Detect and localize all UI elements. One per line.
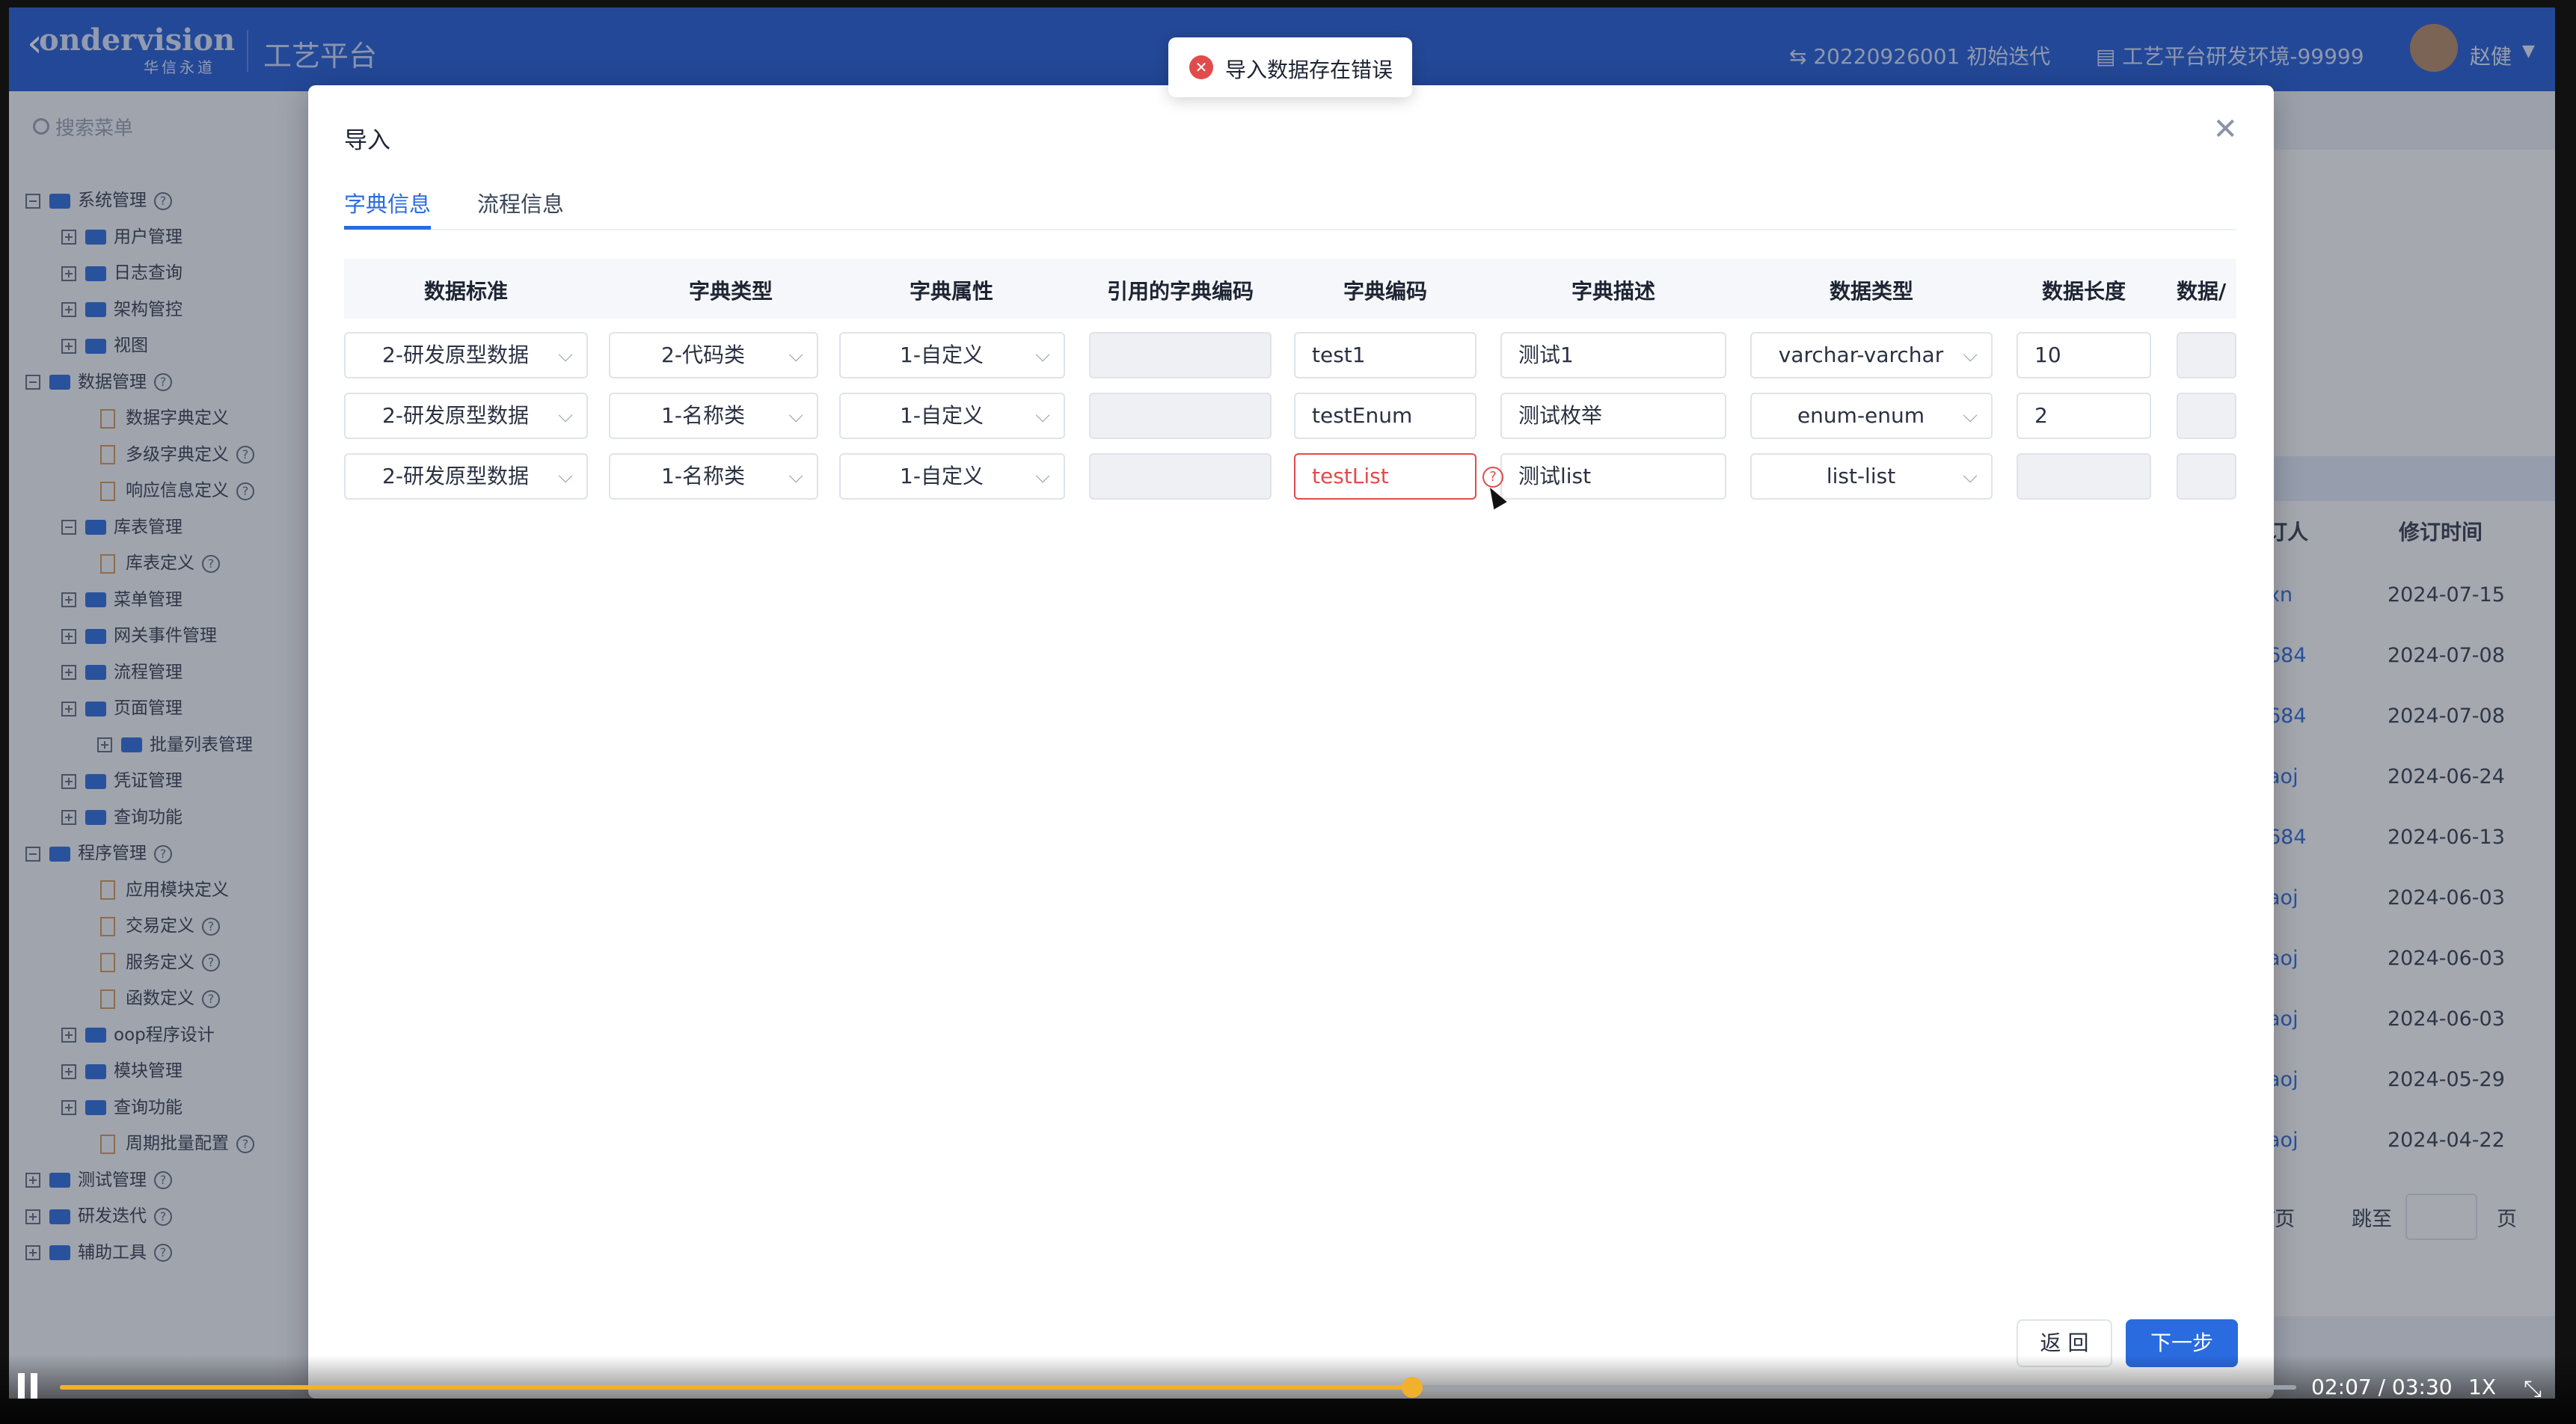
progress-fill [60, 1385, 1413, 1390]
data-type-select[interactable]: varchar-varchar ⌵ [1750, 332, 1993, 378]
data-length-input[interactable] [2017, 453, 2151, 500]
chevron-down-icon: ⌵ [1963, 344, 1978, 366]
data-type-select[interactable]: list-list ⌵ [1750, 453, 1993, 500]
cell-value: 测试枚举 [1518, 403, 1603, 428]
dict-type-select[interactable]: 1-名称类 ⌵ [609, 453, 818, 500]
dict-type-select[interactable]: 2-代码类 ⌵ [609, 332, 818, 378]
chevron-down-icon: ⌵ [788, 405, 803, 427]
dict-description-input[interactable]: 测试枚举 [1500, 393, 1726, 439]
import-data-grid: 数据标准 字典类型 字典属性 引用的字典编码 字典编码 字典描述 数据类型 数据… [344, 259, 2236, 500]
chevron-down-icon: ⌵ [1035, 344, 1050, 366]
grid-header: 数据标准 字典类型 字典属性 引用的字典编码 字典编码 字典描述 数据类型 数据… [344, 259, 2236, 319]
column-header-ref-dict-code: 引用的字典编码 [1106, 279, 1254, 304]
data-standard-select[interactable]: 2-研发原型数据 ⌵ [344, 332, 588, 378]
ref-dict-code-field [1089, 393, 1272, 439]
data-standard-select[interactable]: 2-研发原型数据 ⌵ [344, 393, 588, 439]
progress-track[interactable] [60, 1377, 2296, 1398]
cell-value: test1 [1312, 343, 1366, 367]
data-extra-field [2177, 453, 2236, 500]
dialog-tabs: 字典信息 流程信息 [344, 181, 2236, 230]
ref-dict-code-field [1089, 453, 1272, 500]
cell-value: 2-研发原型数据 [382, 403, 529, 428]
exit-fullscreen-icon[interactable]: ⤡ [2524, 1376, 2542, 1402]
dict-attribute-select[interactable]: 1-自定义 ⌵ [839, 393, 1065, 439]
error-toast: ✕ 导入数据存在错误 [1168, 37, 1412, 97]
tab-process-info[interactable]: 流程信息 [477, 187, 564, 218]
data-extra-field [2177, 332, 2236, 378]
cell-value: list-list [1826, 464, 1896, 488]
data-standard-select[interactable]: 2-研发原型数据 ⌵ [344, 453, 588, 500]
dict-description-input[interactable]: 测试1 [1500, 332, 1726, 378]
pause-icon[interactable] [18, 1373, 39, 1399]
playback-speed[interactable]: 1X [2468, 1375, 2496, 1399]
cell-value: varchar-varchar [1778, 343, 1944, 367]
dict-attribute-select[interactable]: 1-自定义 ⌵ [839, 453, 1065, 500]
error-circle-icon: ✕ [1189, 55, 1213, 79]
cell-value: 2-代码类 [661, 343, 745, 367]
dict-code-input[interactable]: test1 [1294, 332, 1476, 378]
cell-value: 1-自定义 [900, 403, 984, 428]
chevron-down-icon: ⌵ [1035, 405, 1050, 427]
chevron-down-icon: ⌵ [558, 465, 573, 488]
column-header-dict-description: 字典描述 [1571, 279, 1655, 304]
dict-code-input[interactable]: testEnum [1294, 393, 1476, 439]
video-controls: 02:07 / 03:30 1X ⤡ [0, 1355, 2576, 1424]
import-dialog: 导入 ✕ 字典信息 流程信息 数据标准 字典类型 字典属性 引用的字典编码 字典… [308, 85, 2274, 1399]
column-header-dict-code: 字典编码 [1343, 279, 1427, 304]
cell-value: testList [1312, 464, 1389, 488]
cell-value: 2-研发原型数据 [382, 343, 529, 367]
tab-dictionary-info[interactable]: 字典信息 [344, 187, 431, 218]
chevron-down-icon: ⌵ [558, 344, 573, 366]
cell-value: 1-名称类 [661, 403, 745, 428]
app-window: ‹ ondervision 华信永道 工艺平台 ⇆ 20220926001 初始… [9, 7, 2555, 1399]
chevron-down-icon: ⌵ [1963, 465, 1978, 488]
cell-value: testEnum [1312, 403, 1413, 428]
cell-value: 测试list [1518, 464, 1592, 488]
cell-value: 测试1 [1518, 343, 1574, 367]
dict-description-input[interactable]: 测试list [1500, 453, 1726, 500]
progress-knob[interactable] [1402, 1377, 1423, 1398]
cell-value: 10 [2034, 343, 2061, 367]
chevron-down-icon: ⌵ [558, 405, 573, 427]
toast-message: 导入数据存在错误 [1225, 58, 1393, 82]
column-header-dict-type: 字典类型 [688, 279, 773, 304]
cell-value: 2-研发原型数据 [382, 464, 529, 488]
cell-value: 2 [2034, 403, 2048, 428]
chevron-down-icon: ⌵ [788, 465, 803, 488]
active-tab-indicator [344, 226, 431, 230]
column-header-dict-attribute: 字典属性 [909, 279, 993, 304]
dict-attribute-select[interactable]: 1-自定义 ⌵ [839, 332, 1065, 378]
column-header-data-type: 数据类型 [1829, 279, 1913, 304]
dict-type-select[interactable]: 1-名称类 ⌵ [609, 393, 818, 439]
close-icon[interactable]: ✕ [2212, 112, 2238, 147]
cell-value: 1-自定义 [900, 464, 984, 488]
data-type-select[interactable]: enum-enum ⌵ [1750, 393, 1993, 439]
cell-value: enum-enum [1797, 403, 1925, 428]
column-header-data-extra: 数据/ [2177, 279, 2227, 304]
column-header-data-standard: 数据标准 [423, 279, 508, 304]
playback-time: 02:07 / 03:30 [2311, 1375, 2453, 1399]
cell-value: 1-自定义 [900, 343, 984, 367]
dialog-title: 导入 [344, 127, 390, 154]
data-extra-field [2177, 393, 2236, 439]
error-hint-icon[interactable]: ? [1482, 467, 1503, 488]
cell-value: 1-名称类 [661, 464, 745, 488]
video-player-stage: ‹ ondervision 华信永道 工艺平台 ⇆ 20220926001 初始… [0, 0, 2576, 1424]
chevron-down-icon: ⌵ [788, 344, 803, 366]
chevron-down-icon: ⌵ [1035, 465, 1050, 488]
chevron-down-icon: ⌵ [1963, 405, 1978, 427]
dict-code-input[interactable]: testList [1294, 453, 1476, 500]
data-length-input[interactable]: 10 [2017, 332, 2151, 378]
data-length-input[interactable]: 2 [2017, 393, 2151, 439]
ref-dict-code-field [1089, 332, 1272, 378]
column-header-data-length: 数据长度 [2041, 279, 2126, 304]
